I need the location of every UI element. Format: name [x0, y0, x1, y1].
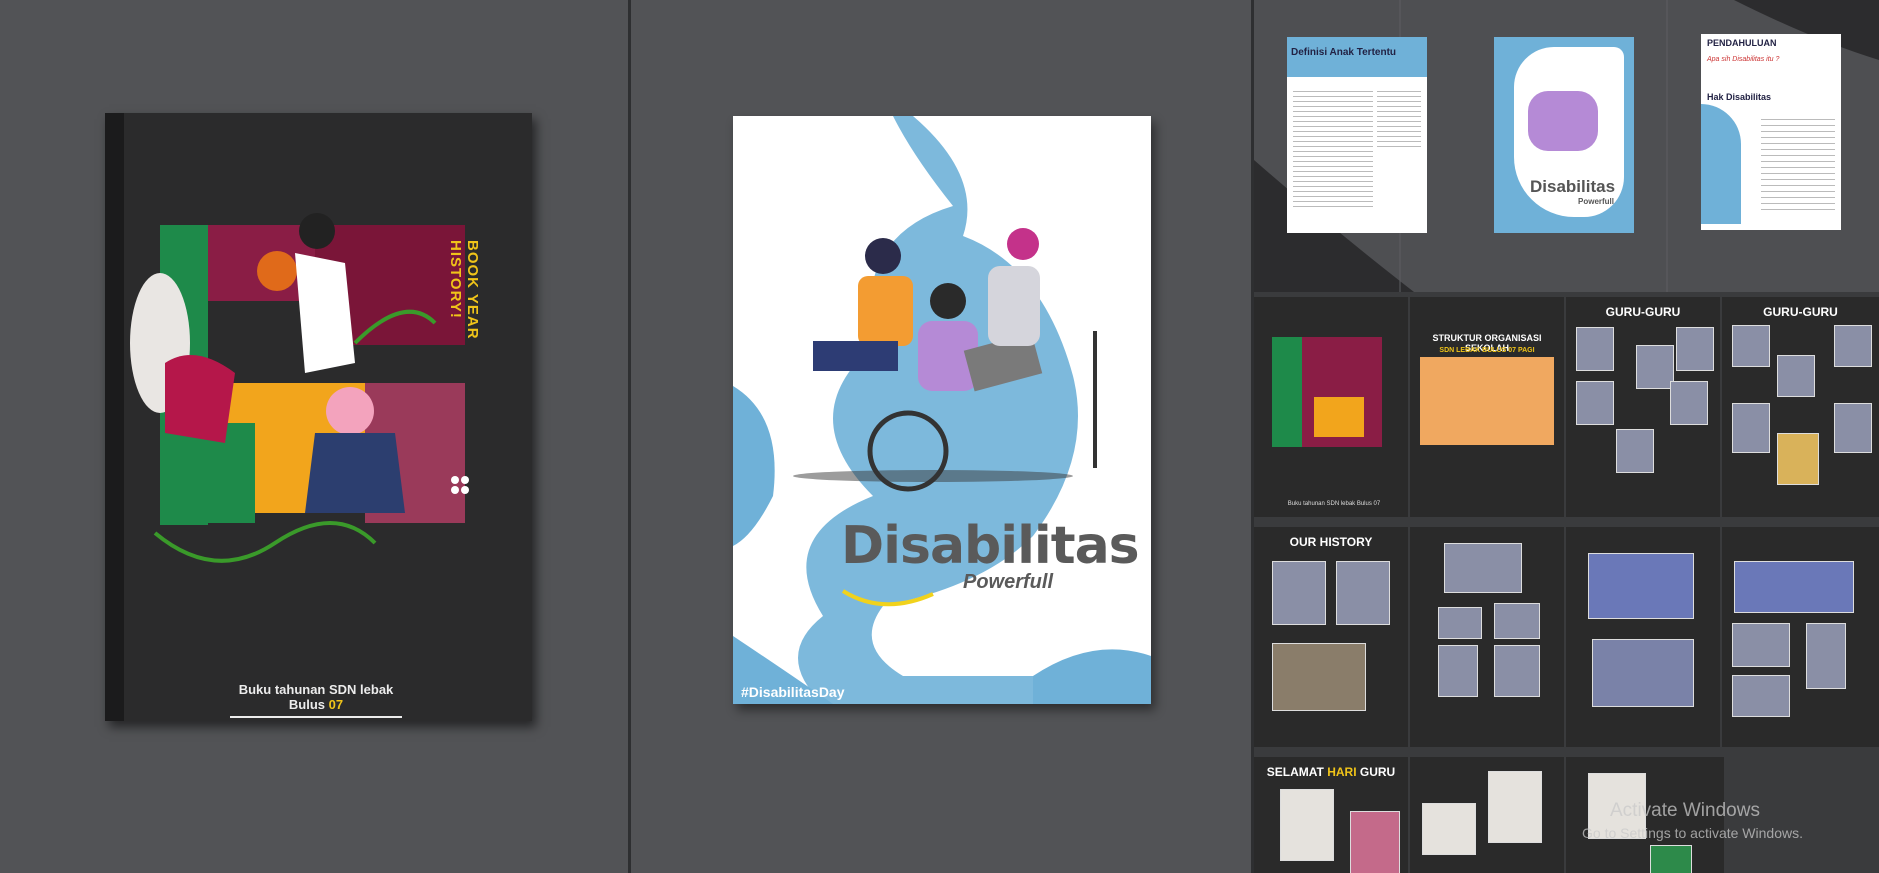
- page-group-1[interactable]: Definisi Anak Tertentu Disabilitas Power…: [1254, 0, 1879, 292]
- thumb-history-title: OUR HISTORY: [1289, 535, 1373, 549]
- student-photo: [1350, 811, 1400, 873]
- thumb-hak-title: Hak Disabilitas: [1707, 92, 1772, 102]
- thumb-definisi-text: [1293, 87, 1373, 207]
- teacher-photo: [1777, 355, 1815, 397]
- hari-guru-post: GURU: [1359, 765, 1396, 779]
- thumb-yearbook-cover[interactable]: Buku tahunan SDN lebak Bulus 07: [1254, 297, 1408, 517]
- thumb-definisi-text-2: [1377, 87, 1421, 147]
- thumb-guru-2[interactable]: GURU-GURU: [1722, 297, 1879, 517]
- poster-subtitle: Powerfull: [963, 571, 1054, 593]
- history-photo: [1438, 645, 1478, 697]
- history-photo: [1494, 603, 1540, 639]
- teacher-photo: [1576, 381, 1614, 425]
- history-photo: [1732, 675, 1790, 717]
- thumb-pendahuluan-q: Apa sih Disabilitas itu ?: [1707, 56, 1780, 63]
- teacher-photo: [1732, 325, 1770, 367]
- history-photo: [1734, 561, 1854, 613]
- history-photo: [1806, 623, 1846, 689]
- thumb-history-3[interactable]: [1566, 527, 1720, 747]
- student-photo: [1488, 771, 1542, 843]
- thumb-guru-1[interactable]: GURU-GURU: [1566, 297, 1720, 517]
- history-photo: [1438, 607, 1482, 639]
- activate-windows-watermark: Activate Windows: [1610, 800, 1760, 821]
- thumb-cover-footer: Buku tahunan SDN lebak Bulus 07: [1287, 501, 1381, 507]
- thumb-pendahuluan-shape: [1701, 104, 1741, 224]
- thumb-history-4[interactable]: [1722, 527, 1879, 747]
- thumb-cover-art-b: [1272, 337, 1302, 447]
- thumb-cover-art-c: [1314, 397, 1364, 437]
- poster-hashtag: #DisabilitasDay: [741, 684, 845, 700]
- teacher-photo: [1616, 429, 1654, 473]
- page-group-2[interactable]: Buku tahunan SDN lebak Bulus 07 STRUKTUR…: [1254, 297, 1879, 517]
- book-footer: Buku tahunan SDN lebak Bulus 07: [230, 682, 402, 718]
- book-footer-number: 07: [328, 697, 344, 712]
- activate-windows-hint: Go to Settings to activate Windows.: [1582, 825, 1803, 841]
- thumb-hari-guru-title: SELAMAT HARI GURU: [1254, 765, 1408, 779]
- student-photo: [1422, 803, 1476, 855]
- thumb-disabilitas[interactable]: Disabilitas Powerfull: [1494, 37, 1634, 233]
- teacher-photo: [1670, 381, 1708, 425]
- thumb-struktur-sub: SDN LEBAK BULUS 07 PAGI: [1439, 347, 1535, 354]
- history-photo: [1336, 561, 1390, 625]
- yearbook-illustration: [130, 213, 469, 563]
- teacher-photo: [1636, 345, 1674, 389]
- history-photo: [1732, 623, 1790, 667]
- history-photo: [1272, 561, 1326, 625]
- disabilitas-poster[interactable]: Disabilitas Powerfull #DisabilitasDay: [733, 116, 1151, 704]
- teacher-photo: [1777, 433, 1819, 485]
- thumb-definisi-title: Definisi Anak Tertentu: [1291, 47, 1397, 58]
- thumb-our-history[interactable]: OUR HISTORY: [1254, 527, 1408, 747]
- history-photo: [1494, 645, 1540, 697]
- thumb-struktur[interactable]: STRUKTUR ORGANISASI SEKOLAH SDN LEBAK BU…: [1410, 297, 1564, 517]
- history-photo: [1444, 543, 1522, 593]
- history-photo: [1592, 639, 1694, 707]
- teacher-photo: [1676, 327, 1714, 371]
- history-photo: [1272, 643, 1366, 711]
- thumb-history-2[interactable]: [1410, 527, 1564, 747]
- page-group-3[interactable]: OUR HISTORY: [1254, 527, 1879, 747]
- teacher-photo: [1576, 327, 1614, 371]
- thumb-guru-2-title: GURU-GURU: [1763, 305, 1838, 319]
- teacher-photo: [1834, 325, 1872, 367]
- thumb-hari-guru-2[interactable]: [1410, 757, 1564, 873]
- student-photo: [1280, 789, 1334, 861]
- poster-title: Disabilitas: [841, 516, 1140, 576]
- thumb-guru-1-title: GURU-GURU: [1605, 305, 1681, 319]
- book-side-title: BOOK YEAR HISTORY!: [447, 240, 481, 340]
- yearbook-cover[interactable]: [105, 113, 532, 721]
- teacher-photo: [1732, 403, 1770, 453]
- student-photo: [1650, 845, 1692, 873]
- hari-guru-mid: HARI: [1327, 765, 1357, 779]
- hari-guru-pre: SELAMAT: [1266, 765, 1324, 779]
- poster-illustration: [733, 116, 1151, 704]
- thumb-struktur-chart: [1420, 357, 1554, 445]
- thumb-disabilitas-title: Disabilitas: [1530, 177, 1616, 196]
- thumb-disabilitas-sub: Powerfull: [1578, 197, 1615, 206]
- thumb-pendahuluan-title: PENDAHULUAN: [1707, 38, 1777, 48]
- thumb-pendahuluan[interactable]: PENDAHULUAN Apa sih Disabilitas itu ? Ha…: [1701, 34, 1841, 230]
- thumb-definisi[interactable]: Definisi Anak Tertentu: [1287, 37, 1427, 233]
- history-photo: [1588, 553, 1694, 619]
- teacher-photo: [1834, 403, 1872, 453]
- book-footer-text: Buku tahunan SDN lebak Bulus: [238, 682, 394, 712]
- thumb-disabilitas-figure: [1528, 91, 1598, 151]
- thumb-pendahuluan-text: [1761, 114, 1835, 214]
- thumb-hari-guru[interactable]: SELAMAT HARI GURU: [1254, 757, 1408, 873]
